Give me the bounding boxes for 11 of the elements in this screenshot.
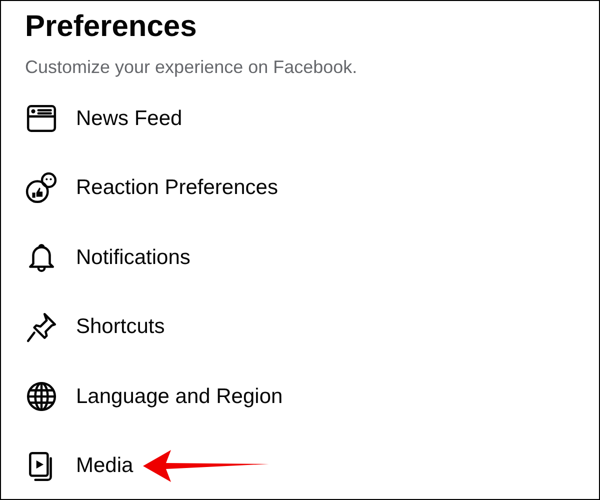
page-title: Preferences (25, 9, 198, 45)
pin-icon (25, 310, 58, 344)
menu-item-label[interactable]: Media (76, 454, 134, 478)
menu-item-label[interactable]: Shortcuts (76, 315, 165, 340)
menu-item-label[interactable]: Notifications (76, 246, 190, 270)
reaction-icon (25, 172, 58, 205)
menu-item-label[interactable]: Reaction Preferences (76, 176, 278, 200)
page-subtitle: Customize your experience on Facebook. (25, 56, 358, 79)
globe-icon (25, 380, 58, 414)
menu-item-label[interactable]: Language and Region (76, 384, 283, 409)
menu-item-label[interactable]: News Feed (76, 106, 182, 131)
